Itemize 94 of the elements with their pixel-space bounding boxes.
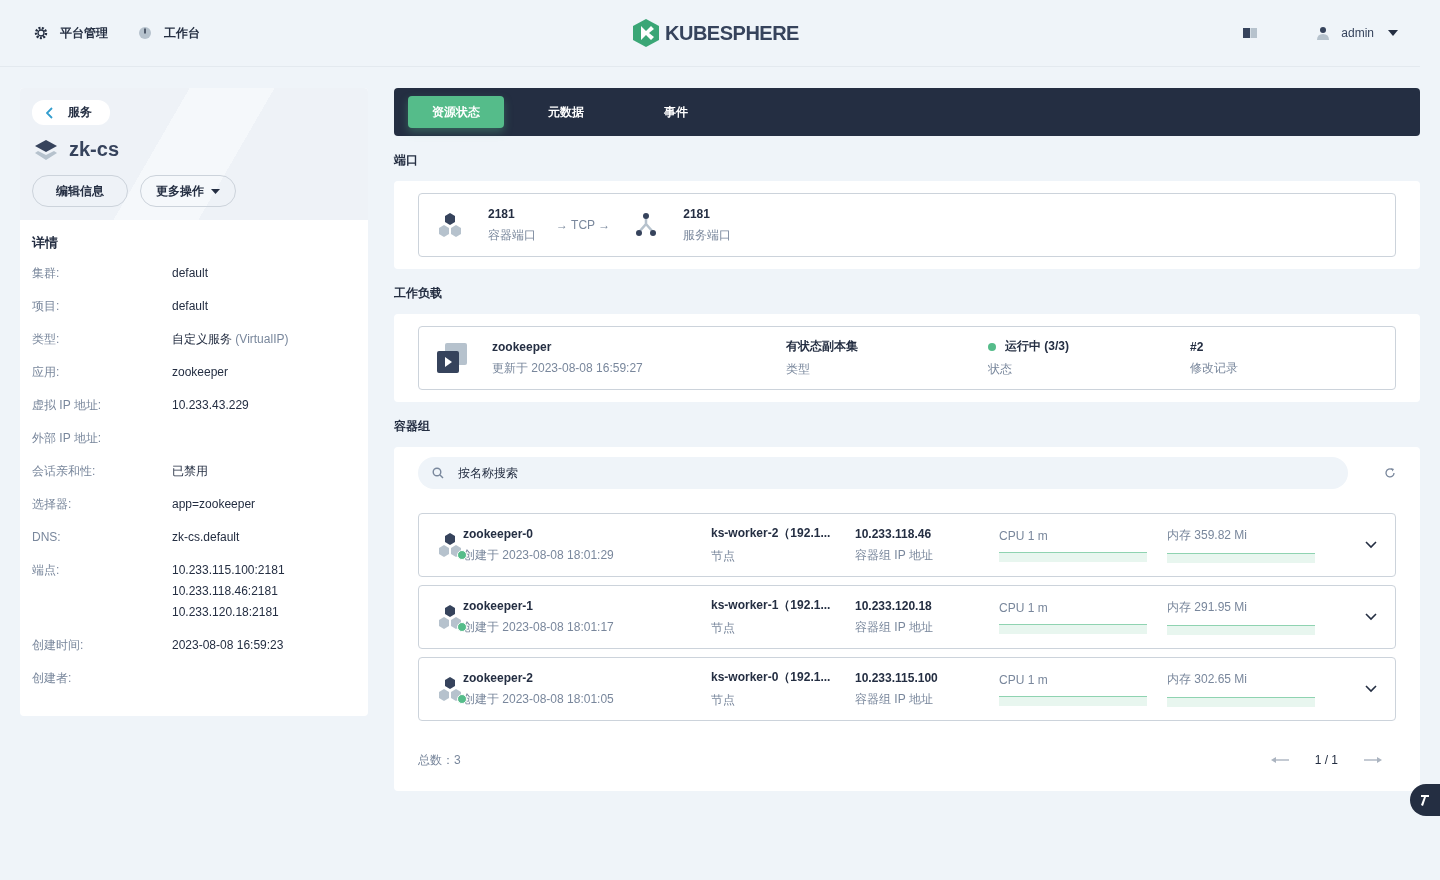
pod-name[interactable]: zookeeper-0	[463, 526, 711, 541]
section-title: 容器组	[394, 418, 431, 435]
detail-value: zk-cs.default	[172, 530, 240, 544]
memory-usage: 内存 302.65 Mi	[1167, 671, 1249, 688]
pod-name[interactable]: zookeeper-2	[463, 670, 711, 685]
updated-time: 更新于 2023-08-08 16:59:27	[492, 359, 644, 377]
detail-label: 创建者:	[32, 671, 73, 685]
detail-label: 选择器:	[32, 497, 73, 511]
service-name: zk-cs	[69, 138, 120, 161]
field-label: 节点	[711, 692, 736, 709]
user-icon	[1317, 26, 1330, 40]
field-label: 容器组 IP 地址	[855, 690, 934, 708]
field-label: 修改记录	[1190, 359, 1238, 377]
field-label: 容器组 IP 地址	[855, 618, 934, 636]
port-label: 容器端口	[488, 226, 536, 244]
nav-link[interactable]: 工作台	[138, 24, 200, 42]
hexagons-icon	[437, 532, 463, 558]
node-name: ks-worker-1（192.1...	[711, 597, 832, 614]
user-menu[interactable]: admin	[1317, 26, 1398, 40]
field-label: 节点	[711, 620, 736, 637]
memory-usage: 内存 291.95 Mi	[1167, 599, 1249, 616]
memory-usage: 内存 359.82 Mi	[1167, 527, 1249, 544]
detail-label: 应用:	[32, 365, 61, 379]
detail-value: default	[172, 266, 209, 280]
dashboard-icon	[138, 26, 152, 40]
pod-name[interactable]: zookeeper-1	[463, 598, 711, 613]
detail-value: default	[172, 299, 209, 313]
tab[interactable]: 事件	[628, 96, 724, 128]
refresh-icon[interactable]	[1384, 467, 1396, 479]
cpu-usage: CPU 1 m	[999, 528, 1049, 543]
detail-label: 创建时间:	[32, 638, 85, 652]
detail-label: 类型:	[32, 332, 61, 346]
node-name: ks-worker-0（192.1...	[711, 669, 832, 686]
hexagons-icon	[437, 604, 463, 630]
chevron-down-icon[interactable]	[1365, 541, 1377, 549]
detail-value: 10.233.120.18:2181	[172, 605, 280, 619]
chevron-down-icon[interactable]	[1365, 685, 1377, 693]
detail-value: 2023-08-08 16:59:23	[172, 638, 284, 652]
detail-value: 已禁用	[172, 464, 208, 478]
chevron-left-icon	[46, 106, 54, 119]
container-port: 2181	[488, 206, 516, 221]
cpu-usage: CPU 1 m	[999, 600, 1049, 615]
chevron-down-icon[interactable]	[1365, 613, 1377, 621]
page-indicator: 1 / 1	[1314, 753, 1338, 767]
detail-label: DNS:	[32, 530, 62, 544]
protocol-label: → TCP →	[556, 218, 611, 232]
pod-ip: 10.233.120.18	[855, 598, 933, 613]
pod-ip: 10.233.115.100	[855, 670, 939, 685]
branch-icon	[634, 212, 659, 238]
back-link[interactable]: 服务	[32, 100, 110, 125]
detail-label: 会话亲和性:	[32, 464, 97, 478]
nav-link[interactable]: 平台管理	[34, 24, 108, 42]
caret-icon	[211, 188, 220, 194]
port-label: 服务端口	[683, 226, 732, 244]
detail-label: 端点:	[32, 563, 61, 579]
logo-text: KUBESPHERE	[665, 21, 799, 45]
detail-value: app=zookeeper	[172, 497, 256, 511]
section-title: 工作负载	[394, 285, 443, 302]
detail-label: 外部 IP 地址:	[32, 431, 103, 445]
hexagons-icon	[437, 212, 463, 238]
field-label: 容器组 IP 地址	[855, 546, 934, 564]
detail-value: 10.233.43.229	[172, 398, 249, 412]
tab[interactable]: 元数据	[518, 96, 614, 128]
detail-value: 10.233.115.100:2181	[172, 563, 285, 577]
status-text: 运行中 (3/3)	[1005, 338, 1069, 355]
section-title: 端口	[394, 152, 419, 169]
field-label: 类型	[786, 361, 811, 378]
detail-value: 10.233.118.46:2181	[172, 584, 279, 598]
detail-label: 虚拟 IP 地址:	[32, 398, 103, 412]
cpu-usage: CPU 1 m	[999, 672, 1049, 687]
toolbox-button[interactable]	[1410, 784, 1440, 816]
workload-type: 有状态副本集	[786, 338, 859, 355]
field-label: 节点	[711, 548, 736, 565]
total-count: 总数：3	[418, 751, 461, 769]
field-label: 状态	[988, 361, 1013, 378]
node-name: ks-worker-2（192.1...	[711, 525, 832, 542]
detail-value: 自定义服务 (VirtualIP)	[172, 332, 289, 346]
play-window-icon	[437, 343, 467, 373]
detail-label: 集群:	[32, 266, 61, 280]
layers-icon	[35, 139, 57, 160]
search-field[interactable]: 按名称搜索	[418, 457, 1348, 489]
hexagons-icon	[437, 676, 463, 702]
service-port: 2181	[683, 206, 711, 221]
logo[interactable]: KUBESPHERE	[633, 19, 799, 47]
detail-label: 项目:	[32, 299, 61, 313]
logo-icon	[633, 19, 660, 47]
section-title: 详情	[32, 234, 59, 252]
book-icon[interactable]	[1243, 28, 1258, 38]
pod-ip: 10.233.118.46	[855, 526, 933, 541]
gear-icon	[34, 26, 48, 40]
workload-name[interactable]: zookeeper	[492, 339, 786, 354]
caret-icon	[1388, 30, 1398, 36]
detail-value: zookeeper	[172, 365, 229, 379]
revision: #2	[1190, 339, 1205, 354]
